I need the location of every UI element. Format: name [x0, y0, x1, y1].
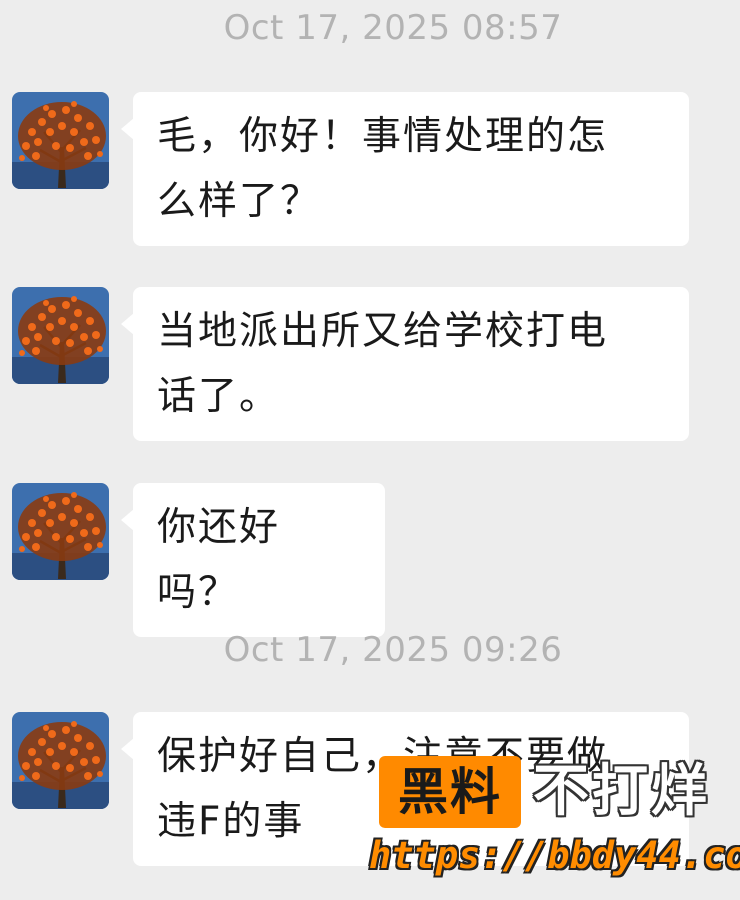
message-line: 话了。 — [157, 374, 281, 419]
message-bubble[interactable]: 你还好吗？ — [121, 483, 385, 637]
message-bubble[interactable]: 毛，你好！事情处理的怎 么样了？ — [121, 92, 689, 246]
persimmon-tree-icon — [12, 483, 109, 580]
timestamp: Oct 17, 2025 09:26 — [223, 630, 563, 670]
message-line: 么样了？ — [157, 179, 322, 224]
persimmon-tree-icon — [12, 92, 109, 189]
timestamp: Oct 17, 2025 08:57 — [223, 8, 563, 48]
avatar[interactable] — [12, 712, 109, 809]
watermark-text: 不打烊 — [533, 759, 710, 824]
watermark: 黑料 不打烊 https://bbdy44.com — [365, 748, 740, 888]
persimmon-tree-icon — [12, 712, 109, 809]
persimmon-tree-icon — [12, 287, 109, 384]
avatar[interactable] — [12, 287, 109, 384]
avatar[interactable] — [12, 92, 109, 189]
message-line: 你还好吗？ — [157, 505, 281, 615]
avatar[interactable] — [12, 483, 109, 580]
message-bubble[interactable]: 当地派出所又给学校打电 话了。 — [121, 287, 689, 441]
watermark-badge: 黑料 — [379, 756, 521, 828]
message-line: 当地派出所又给学校打电 — [157, 309, 609, 354]
message-line: 毛，你好！事情处理的怎 — [157, 114, 609, 159]
watermark-url: https://bbdy44.com — [369, 834, 740, 877]
